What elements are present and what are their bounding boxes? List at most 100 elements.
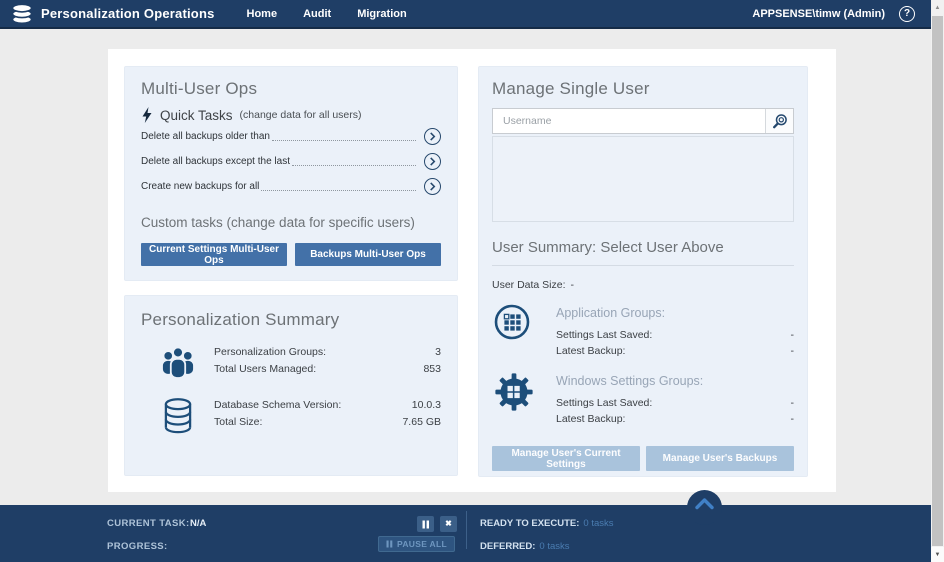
nav-item-migration[interactable]: Migration <box>357 8 407 20</box>
manage-single-user-panel: Manage Single User User Summary: Select … <box>478 66 808 477</box>
user-data-size-value: - <box>571 279 575 291</box>
summary-value: 10.0.3 <box>412 397 441 414</box>
username-search-bar <box>492 108 794 134</box>
scrollbar-up-arrow-icon[interactable]: ▲ <box>931 0 944 15</box>
scroll-to-top-button[interactable] <box>687 490 722 525</box>
progress-label: PROGRESS: <box>107 541 168 552</box>
user-search-results-list[interactable] <box>492 136 794 222</box>
vertical-scrollbar: ▲ ▼ <box>931 0 944 562</box>
database-logo-icon <box>10 3 34 25</box>
user-data-size-label: User Data Size: <box>492 279 566 291</box>
content-container: Multi-User Ops Quick Tasks (change data … <box>108 49 836 492</box>
dotted-leader <box>292 165 416 166</box>
scrollbar-thumb[interactable] <box>932 16 943 546</box>
quick-tasks-subheading: (change data for all users) <box>240 109 362 121</box>
deferred-status: DEFERRED: 0 tasks <box>480 541 570 552</box>
quick-task-label: Delete all backups except the last <box>141 156 290 167</box>
personalization-summary-title: Personalization Summary <box>141 310 441 330</box>
dotted-leader <box>272 140 416 141</box>
deferred-label: DEFERRED: <box>480 541 535 552</box>
cancel-icon: ✖ <box>445 520 452 528</box>
row-value: - <box>791 411 795 427</box>
chevron-up-icon <box>694 497 715 510</box>
nav-item-audit[interactable]: Audit <box>303 8 331 20</box>
circle-chevron-right-icon[interactable] <box>424 178 441 195</box>
custom-tasks-heading: Custom tasks (change data for specific u… <box>141 215 441 230</box>
dotted-leader <box>261 190 416 191</box>
summary-value: 3 <box>435 344 441 361</box>
ready-label: READY TO EXECUTE: <box>480 518 579 529</box>
logged-in-user: APPSENSE\timw (Admin) <box>752 8 885 20</box>
database-icon <box>163 397 193 435</box>
help-circle-icon[interactable]: ? <box>899 6 915 22</box>
app-title: Personalization Operations <box>41 6 215 21</box>
pause-icon <box>386 540 393 548</box>
windows-settings-gear-icon <box>493 371 535 413</box>
summary-group-users: Personalization Groups: 3 Total Users Ma… <box>141 343 441 380</box>
username-input[interactable] <box>493 109 765 133</box>
main-nav: Home Audit Migration <box>247 8 407 20</box>
row-label: Settings Last Saved: <box>556 327 652 343</box>
manage-single-user-title: Manage Single User <box>492 79 794 99</box>
summary-label: Database Schema Version: <box>214 397 341 414</box>
row-label: Settings Last Saved: <box>556 395 652 411</box>
search-button[interactable] <box>765 109 793 133</box>
application-groups-icon <box>493 303 531 341</box>
pause-all-button[interactable]: PAUSE ALL <box>378 536 455 552</box>
search-icon <box>770 112 789 131</box>
cancel-task-button[interactable]: ✖ <box>440 516 457 532</box>
ready-to-execute-status: READY TO EXECUTE: 0 tasks <box>480 518 614 529</box>
manage-users-current-settings-button[interactable]: Manage User's Current Settings <box>492 446 640 471</box>
application-groups-heading: Application Groups: <box>556 306 794 320</box>
summary-label: Total Users Managed: <box>214 361 316 378</box>
user-summary-row: Settings Last Saved: - <box>556 327 794 343</box>
users-group-icon <box>161 344 195 380</box>
quick-task-row: Delete all backups older than <box>141 124 441 148</box>
quick-tasks-heading: Quick Tasks <box>160 108 233 123</box>
circle-chevron-right-icon[interactable] <box>424 128 441 145</box>
row-value: - <box>791 327 795 343</box>
multi-user-ops-title: Multi-User Ops <box>141 79 441 99</box>
summary-value: 7.65 GB <box>402 414 441 431</box>
top-navbar: Personalization Operations Home Audit Mi… <box>0 0 931 29</box>
windows-settings-groups-heading: Windows Settings Groups: <box>556 374 794 388</box>
task-status-bar: CURRENT TASK: N/A PROGRESS: ✖ PAUSE ALL … <box>0 505 931 562</box>
summary-value: 853 <box>423 361 441 378</box>
summary-row: Total Size: 7.65 GB <box>214 414 441 431</box>
current-task-value: N/A <box>190 518 206 529</box>
quick-task-row: Create new backups for all <box>141 174 441 198</box>
current-task-label: CURRENT TASK: <box>107 518 190 529</box>
backups-multi-user-ops-button[interactable]: Backups Multi-User Ops <box>295 243 441 266</box>
windows-settings-groups-section: Windows Settings Groups: Settings Last S… <box>492 371 794 427</box>
summary-label: Personalization Groups: <box>214 344 326 361</box>
pause-task-button[interactable] <box>417 516 434 532</box>
personalization-summary-panel: Personalization Summary Personalization … <box>124 295 458 476</box>
quick-task-label: Delete all backups older than <box>141 131 270 142</box>
quick-task-row: Delete all backups except the last <box>141 149 441 173</box>
manage-users-backups-button[interactable]: Manage User's Backups <box>646 446 794 471</box>
scrollbar-down-arrow-icon[interactable]: ▼ <box>931 547 944 562</box>
row-value: - <box>791 395 795 411</box>
summary-group-database: Database Schema Version: 10.0.3 Total Si… <box>141 396 441 435</box>
row-label: Latest Backup: <box>556 411 625 427</box>
page-background: Multi-User Ops Quick Tasks (change data … <box>0 31 931 505</box>
user-summary-row: Latest Backup: - <box>556 343 794 359</box>
circle-chevron-right-icon[interactable] <box>424 153 441 170</box>
user-summary-heading: User Summary: Select User Above <box>492 239 794 256</box>
summary-row: Personalization Groups: 3 <box>214 344 441 361</box>
footer-divider <box>466 511 467 549</box>
ready-count-link[interactable]: 0 tasks <box>583 518 613 529</box>
row-value: - <box>791 343 795 359</box>
summary-row: Total Users Managed: 853 <box>214 361 441 378</box>
deferred-count-link[interactable]: 0 tasks <box>539 541 569 552</box>
current-settings-multi-user-ops-button[interactable]: Current Settings Multi-User Ops <box>141 243 287 266</box>
nav-item-home[interactable]: Home <box>247 8 278 20</box>
pause-icon <box>422 520 430 529</box>
user-summary-row: Latest Backup: - <box>556 411 794 427</box>
divider <box>492 265 794 266</box>
row-label: Latest Backup: <box>556 343 625 359</box>
lightning-bolt-icon <box>141 107 153 123</box>
application-groups-section: Application Groups: Settings Last Saved:… <box>492 303 794 359</box>
quick-task-label: Create new backups for all <box>141 181 259 192</box>
multi-user-ops-panel: Multi-User Ops Quick Tasks (change data … <box>124 66 458 281</box>
